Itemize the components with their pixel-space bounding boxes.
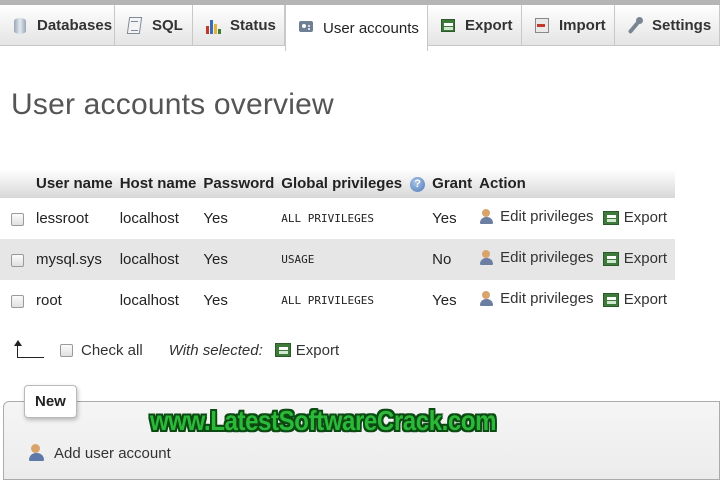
user-name-cell: lessroot — [32, 198, 116, 239]
table-row: root localhost Yes ALL PRIVILEGES Yes Ed… — [0, 280, 676, 321]
edit-privileges-label: Edit privileges — [500, 208, 594, 226]
arrow-up-icon — [14, 340, 44, 360]
edit-user-icon — [479, 208, 495, 225]
tab-sql[interactable]: SQL — [115, 5, 193, 46]
add-user-label: Add user account — [54, 444, 171, 462]
export-label: Export — [623, 209, 668, 227]
edit-privileges-link[interactable]: Edit privileges — [479, 290, 594, 308]
check-all-label[interactable]: Check all — [81, 342, 143, 359]
import-icon — [534, 17, 550, 35]
export-user-link[interactable]: Export — [602, 209, 668, 227]
host-name-cell: localhost — [115, 280, 200, 321]
row-checkbox[interactable] — [11, 253, 24, 267]
header-grant[interactable]: Grant — [428, 169, 476, 198]
header-host-name[interactable]: Host name — [115, 169, 200, 198]
tab-label: Status — [230, 17, 276, 34]
status-chart-icon — [205, 17, 221, 35]
header-password[interactable]: Password — [199, 169, 278, 198]
privileges-cell: ALL PRIVILEGES — [277, 198, 429, 239]
tab-label: Databases — [37, 17, 113, 34]
bulk-export-link[interactable]: Export — [274, 341, 340, 359]
tab-user-accounts[interactable]: User accounts — [285, 5, 428, 51]
edit-user-icon — [479, 290, 495, 307]
header-global-privileges: Global privileges? — [277, 169, 429, 198]
action-cell: Edit privileges Export — [475, 239, 676, 280]
table-row: mysql.sys localhost Yes USAGE No Edit pr… — [0, 239, 676, 280]
with-selected-label: With selected: — [168, 341, 263, 359]
tab-import[interactable]: Import — [522, 5, 615, 46]
host-name-cell: localhost — [115, 198, 200, 239]
export-icon — [440, 17, 456, 35]
row-checkbox-cell — [0, 198, 32, 239]
checkbox-header — [0, 169, 32, 198]
password-cell: Yes — [199, 198, 278, 239]
bulk-actions-bar: Check all With selected: Export — [14, 340, 344, 360]
edit-privileges-label: Edit privileges — [500, 249, 594, 267]
header-global-privileges-label: Global privileges — [281, 175, 403, 192]
watermark-text: www.LatestSoftwareCrack.com — [150, 405, 497, 436]
grant-cell: No — [428, 239, 476, 280]
row-checkbox-cell — [0, 239, 32, 280]
user-name-cell: root — [32, 280, 116, 321]
wrench-icon — [627, 16, 643, 35]
tab-settings[interactable]: Settings — [615, 5, 720, 46]
tab-label: Export — [465, 17, 513, 34]
export-user-link[interactable]: Export — [602, 291, 668, 309]
privileges-cell: USAGE — [277, 239, 429, 280]
database-icon — [12, 17, 28, 35]
row-checkbox[interactable] — [11, 294, 24, 308]
privileges-cell: ALL PRIVILEGES — [277, 280, 429, 321]
row-checkbox[interactable] — [11, 212, 24, 226]
edit-privileges-label: Edit privileges — [500, 290, 594, 308]
tab-label: Import — [559, 17, 606, 34]
export-label: Export — [623, 250, 668, 268]
tab-label: SQL — [152, 17, 183, 34]
export-icon — [602, 210, 619, 225]
page-title: User accounts overview — [11, 88, 334, 121]
export-icon — [602, 251, 619, 266]
add-user-account-link[interactable]: Add user account — [28, 444, 171, 462]
tab-status[interactable]: Status — [193, 5, 285, 46]
row-checkbox-cell — [0, 280, 32, 321]
export-label: Export — [623, 291, 668, 309]
user-name-cell: mysql.sys — [32, 239, 116, 280]
table-header-row: User name Host name Password Global priv… — [0, 169, 676, 198]
user-accounts-icon — [298, 19, 314, 37]
top-tab-bar: Databases SQL Status User accounts Expor… — [0, 0, 720, 51]
grant-cell: Yes — [428, 198, 476, 239]
host-name-cell: localhost — [115, 239, 200, 280]
bulk-export-label: Export — [295, 341, 340, 359]
tab-databases[interactable]: Databases — [0, 5, 115, 46]
password-cell: Yes — [199, 239, 278, 280]
tab-export[interactable]: Export — [428, 5, 522, 46]
edit-user-icon — [479, 249, 495, 266]
export-icon — [274, 343, 291, 357]
export-user-link[interactable]: Export — [602, 250, 668, 268]
header-user-name[interactable]: User name — [32, 169, 116, 198]
action-cell: Edit privileges Export — [475, 280, 676, 321]
grant-cell: Yes — [428, 280, 476, 321]
edit-privileges-link[interactable]: Edit privileges — [479, 208, 594, 226]
table-row: lessroot localhost Yes ALL PRIVILEGES Ye… — [0, 198, 676, 239]
header-action: Action — [475, 169, 676, 198]
user-accounts-table: User name Host name Password Global priv… — [0, 169, 676, 321]
new-legend: New — [24, 385, 77, 418]
help-icon[interactable]: ? — [410, 176, 426, 192]
export-icon — [602, 292, 619, 307]
add-user-icon — [28, 444, 46, 462]
tab-label: User accounts — [323, 19, 419, 37]
check-all-checkbox[interactable] — [60, 343, 73, 357]
sql-icon — [127, 17, 143, 35]
password-cell: Yes — [199, 280, 278, 321]
edit-privileges-link[interactable]: Edit privileges — [479, 249, 594, 267]
tab-label: Settings — [652, 17, 712, 34]
action-cell: Edit privileges Export — [475, 198, 676, 239]
